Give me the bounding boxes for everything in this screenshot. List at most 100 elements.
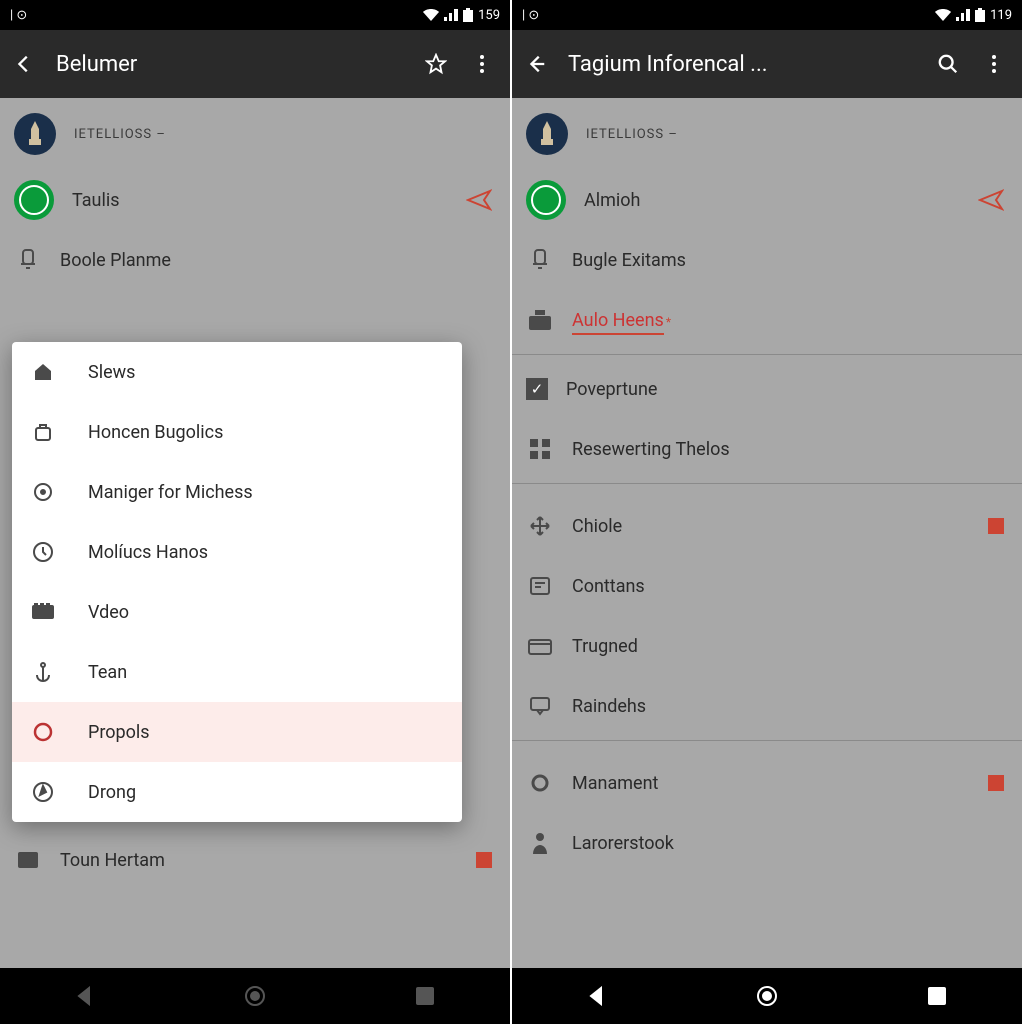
overflow-icon[interactable] <box>980 50 1008 78</box>
search-icon[interactable] <box>934 50 962 78</box>
ring-icon <box>526 769 554 797</box>
list-item[interactable]: ✓ Poveprtune <box>512 359 1022 419</box>
status-avatar-icon <box>526 180 566 220</box>
menu-item-propols[interactable]: Propols <box>12 702 462 762</box>
navbar <box>0 968 510 1024</box>
appbar-title: Belumer <box>56 52 404 77</box>
item-label: Aulo Heens* <box>572 310 671 331</box>
plane-icon <box>466 189 492 211</box>
list-item[interactable]: Aulo Heens* <box>512 290 1022 350</box>
list-item[interactable]: Larorerstook <box>512 813 1022 873</box>
chat-icon <box>526 692 554 720</box>
list-item[interactable]: Bugle Exitams <box>512 230 1022 290</box>
menu-item-honcen[interactable]: Honcen Bugolics <box>12 402 462 462</box>
clock-icon <box>30 539 56 565</box>
nav-back-icon[interactable] <box>581 980 613 1012</box>
status-notch: | ⊙ <box>522 8 539 23</box>
avatar <box>14 113 56 155</box>
anchor-icon <box>30 659 56 685</box>
statusbar: | ⊙ 159 <box>0 0 510 30</box>
circle-icon <box>30 719 56 745</box>
content: IETELLIOSS – Taulis Boole Planme Toun He… <box>0 98 510 968</box>
item-label: Manament <box>572 773 658 794</box>
badge <box>988 518 1004 534</box>
item-label: Boole Planme <box>60 250 171 271</box>
header-row[interactable]: IETELLIOSS – <box>0 98 510 170</box>
status-time: 159 <box>478 8 500 23</box>
grid-icon <box>526 435 554 463</box>
wifi-icon <box>935 9 951 21</box>
list-item[interactable]: Resewerting Thelos <box>512 419 1022 479</box>
list-item[interactable]: Boole Planme <box>0 230 510 290</box>
battery-icon <box>975 8 985 22</box>
signal-icon <box>444 9 458 21</box>
item-label: Chiole <box>572 516 622 537</box>
header-row[interactable]: IETELLIOSS – <box>512 98 1022 170</box>
list-item[interactable]: Chiole <box>512 496 1022 556</box>
battery-icon <box>463 8 473 22</box>
item-label: Bugle Exitams <box>572 250 686 271</box>
item-label: Taulis <box>72 190 120 211</box>
item-label: Larorerstook <box>572 833 674 854</box>
appbar: Belumer <box>0 30 510 98</box>
video-icon <box>30 599 56 625</box>
folder-icon <box>526 632 554 660</box>
statusbar: | ⊙ 119 <box>512 0 1022 30</box>
bell-icon <box>526 246 554 274</box>
divider <box>512 740 1022 741</box>
menu-item-slews[interactable]: Slews <box>12 342 462 402</box>
nav-home-icon[interactable] <box>239 980 271 1012</box>
plane-icon <box>978 189 1004 211</box>
overflow-icon[interactable] <box>468 50 496 78</box>
list-item[interactable]: Taulis <box>0 170 510 230</box>
menu-item-maniger[interactable]: Maniger for Michess <box>12 462 462 522</box>
menu-item-drong[interactable]: Drong <box>12 762 462 822</box>
header-label: IETELLIOSS – <box>586 127 678 142</box>
star-icon[interactable] <box>422 50 450 78</box>
bell-icon <box>14 246 42 274</box>
status-notch: | ⊙ <box>10 8 27 23</box>
home-icon <box>30 359 56 385</box>
list-item[interactable]: Manament <box>512 753 1022 813</box>
list-item[interactable]: Conttans <box>512 556 1022 616</box>
wifi-icon <box>423 9 439 21</box>
target-icon <box>30 479 56 505</box>
item-label: Trugned <box>572 636 638 657</box>
back-icon[interactable] <box>10 50 38 78</box>
move-icon <box>526 512 554 540</box>
content: IETELLIOSS – Almioh Bugle Exitams Aulo H… <box>512 98 1022 968</box>
appbar-title: Tagium Inforencal ... <box>568 52 916 77</box>
navbar <box>512 968 1022 1024</box>
menu-item-moliucs[interactable]: Molíucs Hanos <box>12 522 462 582</box>
badge <box>988 775 1004 791</box>
divider <box>512 354 1022 355</box>
generic-icon <box>14 846 42 874</box>
nav-recents-icon[interactable] <box>409 980 441 1012</box>
item-label: Almioh <box>584 190 640 211</box>
person-icon <box>526 829 554 857</box>
menu-item-vdeo[interactable]: Vdeo <box>12 582 462 642</box>
nav-back-icon[interactable] <box>69 980 101 1012</box>
menu-item-tean[interactable]: Tean <box>12 642 462 702</box>
signal-icon <box>956 9 970 21</box>
item-label: Resewerting Thelos <box>572 439 730 460</box>
nav-home-icon[interactable] <box>751 980 783 1012</box>
list-item[interactable]: Almioh <box>512 170 1022 230</box>
list-item[interactable]: Raindehs <box>512 676 1022 736</box>
back-icon[interactable] <box>522 50 550 78</box>
divider <box>512 483 1022 484</box>
avatar <box>526 113 568 155</box>
box-icon <box>526 306 554 334</box>
popup-menu: Slews Honcen Bugolics Maniger for Miches… <box>12 342 462 822</box>
check-icon: ✓ <box>526 378 548 400</box>
nav-recents-icon[interactable] <box>921 980 953 1012</box>
status-time: 119 <box>990 8 1012 23</box>
card-icon <box>526 572 554 600</box>
compass-icon <box>30 779 56 805</box>
item-label: Raindehs <box>572 696 646 717</box>
item-label: Conttans <box>572 576 645 597</box>
list-item[interactable]: Trugned <box>512 616 1022 676</box>
item-label: Toun Hertam <box>60 850 165 871</box>
item-label: Poveprtune <box>566 379 657 400</box>
list-item[interactable]: Toun Hertam <box>0 830 510 890</box>
